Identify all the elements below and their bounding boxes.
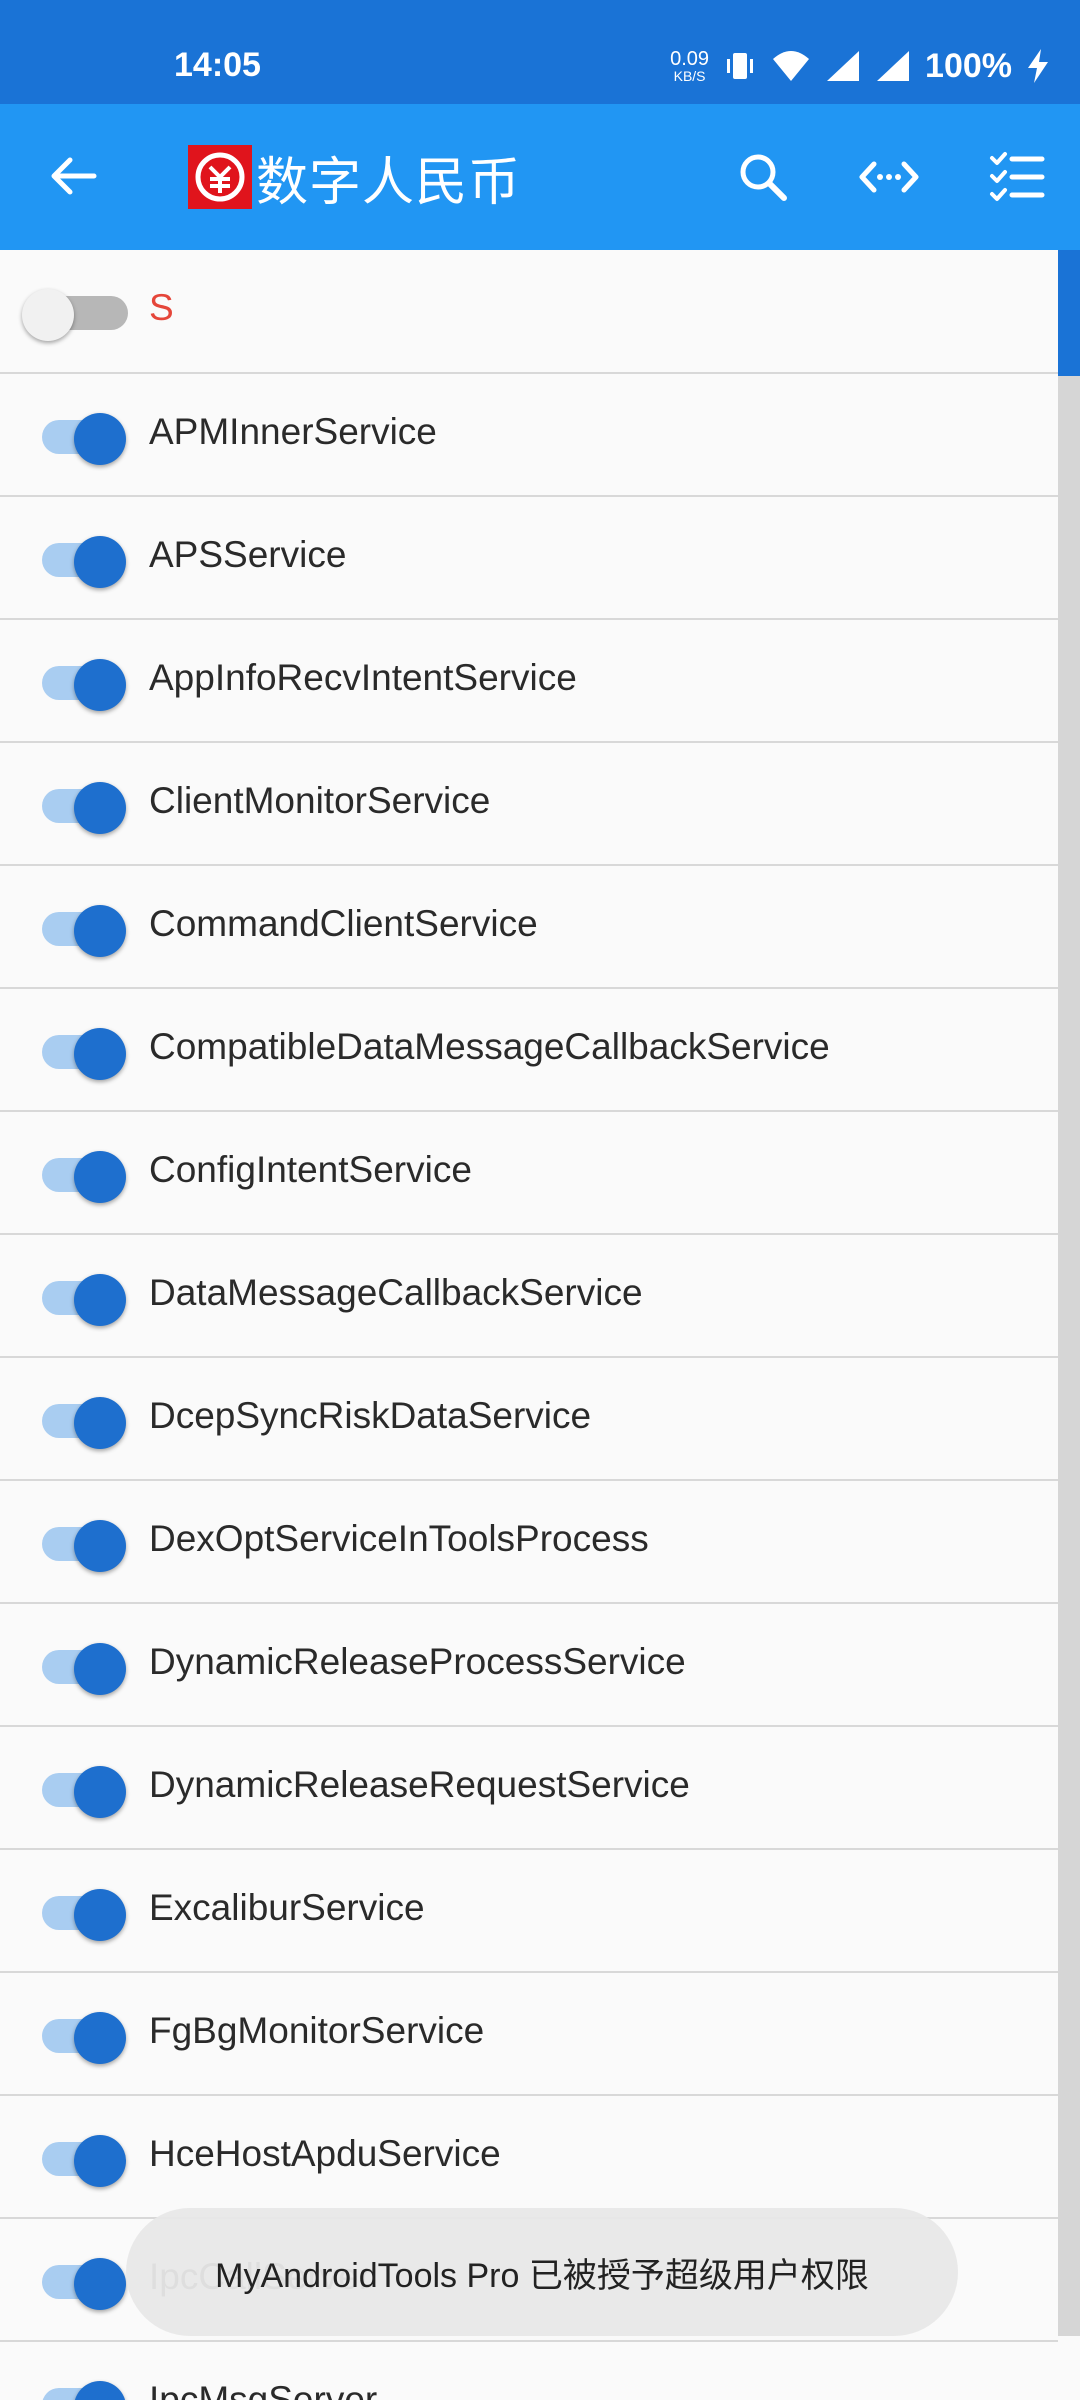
service-toggle-switch[interactable] [42,1643,126,1695]
list-item[interactable]: CompatibleDataMessageCallbackService [0,989,1058,1112]
list-item[interactable]: AppInfoRecvIntentService [0,620,1058,743]
service-name: IpcMsgServer [149,2379,378,2400]
service-name: APSService [149,534,347,575]
switch-thumb [74,2381,126,2400]
section-toggle-switch[interactable] [22,289,128,341]
back-arrow-icon[interactable] [44,146,104,206]
app-title-group: 数字人民币 [188,142,521,212]
app-bar: 数字人民币 [0,104,1080,250]
code-icon[interactable] [858,146,920,208]
service-name: DynamicReleaseProcessService [149,1641,686,1682]
net-speed-unit: KB/S [673,68,706,84]
service-name: CommandClientService [149,903,538,944]
checklist-icon[interactable] [986,146,1048,208]
list-item[interactable]: FgBgMonitorService [0,1973,1058,2096]
switch-thumb [74,1274,126,1326]
switch-thumb [74,2135,126,2187]
switch-thumb [74,1520,126,1572]
list-header-row: S [0,250,1058,374]
service-toggle-switch[interactable] [42,659,126,711]
service-toggle-switch[interactable] [42,782,126,834]
list-item[interactable]: CommandClientService [0,866,1058,989]
list-item[interactable]: DynamicReleaseProcessService [0,1604,1058,1727]
switch-thumb [74,1397,126,1449]
service-name: DcepSyncRiskDataService [149,1395,592,1436]
switch-thumb [74,782,126,834]
charging-icon [1028,49,1048,83]
list-item[interactable]: IpcMsgServer [0,2342,1058,2400]
service-name: DataMessageCallbackService [149,1272,643,1313]
service-name: FgBgMonitorService [149,2010,485,2051]
service-toggle-switch[interactable] [42,1028,126,1080]
service-toggle-switch[interactable] [42,2012,126,2064]
service-toggle-switch[interactable] [42,1151,126,1203]
service-name: HceHostApduService [149,2133,501,2174]
service-name: AppInfoRecvIntentService [149,657,577,698]
vibrate-icon [727,53,754,79]
service-toggle-switch[interactable] [42,413,126,465]
switch-thumb [74,1766,126,1818]
service-toggle-switch[interactable] [42,536,126,588]
list-item[interactable]: HceHostApduService [0,2096,1058,2219]
service-name: ExcaliburService [149,1887,425,1928]
net-speed: 0.09 KB/S [670,49,709,83]
list-item[interactable]: ClientMonitorService [0,743,1058,866]
service-name: APMInnerService [149,411,437,452]
switch-thumb [74,1643,126,1695]
list-item[interactable]: DexOptServiceInToolsProcess [0,1481,1058,1604]
service-toggle-switch[interactable] [42,1520,126,1572]
service-toggle-switch[interactable] [42,1766,126,1818]
list-item[interactable]: DataMessageCallbackService [0,1235,1058,1358]
service-name: ConfigIntentService [149,1149,472,1190]
list-item[interactable]: ConfigIntentService [0,1112,1058,1235]
switch-thumb [22,289,74,341]
switch-thumb [74,1151,126,1203]
battery-level: 100% [925,46,1012,85]
scrollbar-track[interactable] [1058,250,1080,2336]
signal-icon [827,51,860,81]
list-item[interactable]: DynamicReleaseRequestService [0,1727,1058,1850]
app-logo-icon [188,145,252,209]
service-toggle-switch[interactable] [42,2381,126,2400]
service-name: DynamicReleaseRequestService [149,1764,690,1805]
service-toggle-switch[interactable] [42,1274,126,1326]
switch-thumb [74,1028,126,1080]
service-name: CompatibleDataMessageCallbackService [149,1026,830,1067]
status-bar: 14:05 0.09 KB/S 100% [0,0,1080,104]
net-speed-value: 0.09 [670,48,710,70]
search-icon[interactable] [732,146,794,208]
signal-icon [877,51,910,81]
toast-message: MyAndroidTools Pro 已被授予超级用户权限 [126,2208,958,2336]
service-name: DexOptServiceInToolsProcess [149,1518,649,1559]
status-time: 14:05 [174,46,261,84]
switch-thumb [74,659,126,711]
switch-thumb [74,2012,126,2064]
app-title: 数字人民币 [256,153,522,212]
switch-thumb [74,536,126,588]
switch-thumb [74,905,126,957]
service-toggle-switch[interactable] [42,2135,126,2187]
service-toggle-switch[interactable] [42,1397,126,1449]
service-toggle-switch[interactable] [42,1889,126,1941]
switch-thumb [74,2258,126,2310]
list-item[interactable]: APSService [0,497,1058,620]
switch-thumb [74,1889,126,1941]
list-item[interactable]: DcepSyncRiskDataService [0,1358,1058,1481]
switch-thumb [74,413,126,465]
status-icons: 0.09 KB/S 100% [670,44,1050,88]
list-item[interactable]: APMInnerService [0,374,1058,497]
scrollbar-thumb[interactable] [1058,250,1080,376]
service-name: ClientMonitorService [149,780,491,821]
service-toggle-switch[interactable] [42,2258,126,2310]
service-list[interactable]: S APMInnerService APSService AppInfoRecvIn… [0,250,1080,2400]
wifi-icon [773,51,810,81]
list-item[interactable]: ExcaliburService [0,1850,1058,1973]
section-header-label: S [149,287,174,328]
service-toggle-switch[interactable] [42,905,126,957]
